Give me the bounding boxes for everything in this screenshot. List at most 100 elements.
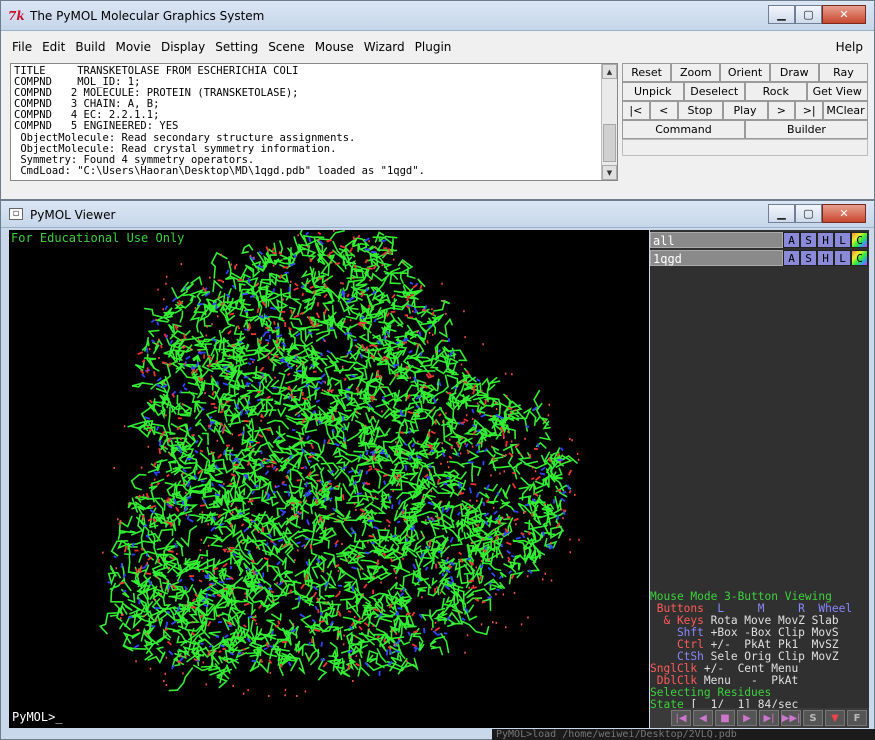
- menu-mouse[interactable]: Mouse: [310, 40, 359, 54]
- help-text: Mouse Mode: [650, 591, 725, 603]
- menu-plugin[interactable]: Plugin: [410, 40, 457, 54]
- command-button-panel: Reset Zoom Orient Draw Ray Unpick Desele…: [622, 63, 869, 156]
- object-row-1qgd: 1qgd A S H L C: [650, 250, 869, 266]
- color-button[interactable]: C: [851, 232, 868, 248]
- label-button[interactable]: L: [834, 250, 851, 266]
- panel-toggle-icon[interactable]: ▼: [825, 710, 845, 726]
- stop-button[interactable]: Stop: [677, 101, 723, 120]
- menu-build[interactable]: Build: [70, 40, 110, 54]
- help-text: & Keys: [650, 615, 711, 627]
- carbon-bonds: [98, 230, 578, 692]
- draw-button[interactable]: Draw: [769, 63, 819, 82]
- console-line: CmdLoad: "C:\Users\Haoran\Desktop\MD\1qg…: [14, 164, 425, 177]
- color-button[interactable]: C: [851, 250, 868, 266]
- command-entry-field[interactable]: [622, 139, 868, 156]
- label-button[interactable]: L: [834, 232, 851, 248]
- pymol-control-window: 7k The PyMOL Molecular Graphics System ▁…: [0, 0, 875, 200]
- get-view-button[interactable]: Get View: [806, 82, 868, 101]
- scroll-down-arrow-icon[interactable]: ▼: [602, 165, 617, 180]
- maximize-icon: ▢: [803, 207, 814, 220]
- minimize-icon: ▁: [777, 207, 786, 220]
- help-text: CtSh: [650, 651, 711, 663]
- maximize-icon: ▢: [803, 8, 814, 21]
- mouse-mode-value[interactable]: 3-Button Viewing: [724, 591, 832, 603]
- window-app-icon: ▫: [9, 208, 23, 220]
- help-text: Rota Move MovZ Slab: [710, 615, 839, 627]
- movie-next-frame-icon[interactable]: ▶|: [759, 710, 779, 726]
- tk-feather-icon: 7k: [8, 9, 25, 23]
- scroll-thumb[interactable]: [603, 124, 616, 162]
- pymol-viewer-window: ▫ PyMOL Viewer ▁ ▢ ✕ For Educational Use…: [0, 200, 875, 740]
- action-button[interactable]: A: [783, 232, 800, 248]
- viewer-close-button[interactable]: ✕: [822, 204, 866, 223]
- viewer-maximize-button[interactable]: ▢: [795, 204, 822, 223]
- movie-first-frame-icon[interactable]: |◀: [671, 710, 691, 726]
- help-text: Shft: [650, 627, 711, 639]
- show-button[interactable]: S: [800, 250, 817, 266]
- help-text: L M R Wheel: [710, 603, 853, 615]
- console-scrollbar[interactable]: ▲ ▼: [601, 64, 617, 180]
- window-title: The PyMOL Molecular Graphics System: [30, 9, 265, 23]
- forward-button[interactable]: >: [767, 101, 796, 120]
- zoom-button[interactable]: Zoom: [671, 63, 721, 82]
- close-button[interactable]: ✕: [822, 5, 866, 24]
- help-text: Ctrl: [650, 639, 711, 651]
- movie-play-icon[interactable]: ▶: [737, 710, 757, 726]
- viewer-minimize-button[interactable]: ▁: [768, 204, 795, 223]
- reset-button[interactable]: Reset: [622, 63, 672, 82]
- fullscreen-button[interactable]: F: [847, 710, 867, 726]
- selecting-mode[interactable]: Selecting Residues: [650, 687, 771, 699]
- mclear-button[interactable]: MClear: [823, 101, 869, 120]
- object-name[interactable]: all: [650, 232, 783, 248]
- action-button[interactable]: A: [783, 250, 800, 266]
- show-button[interactable]: S: [800, 232, 817, 248]
- rewind-button[interactable]: |<: [622, 101, 650, 120]
- menu-wizard[interactable]: Wizard: [359, 40, 410, 54]
- output-console[interactable]: TITLE TRANSKETOLASE FROM ESCHERICHIA COL…: [10, 63, 618, 181]
- scroll-up-arrow-icon[interactable]: ▲: [602, 64, 617, 79]
- builder-button[interactable]: Builder: [745, 120, 868, 139]
- help-text: Sele Orig Clip MovZ: [710, 651, 839, 663]
- hide-button[interactable]: H: [817, 232, 834, 248]
- maximize-button[interactable]: ▢: [795, 5, 822, 24]
- object-name[interactable]: 1qgd: [650, 250, 783, 266]
- background-terminal-text: PyMOL>load /home/weiwei/Desktop/2VLQ.pdb: [492, 729, 875, 740]
- minimize-button[interactable]: ▁: [768, 5, 795, 24]
- educational-notice: For Educational Use Only: [11, 231, 185, 245]
- back-button[interactable]: <: [649, 101, 678, 120]
- unpick-button[interactable]: Unpick: [622, 82, 684, 101]
- hide-button[interactable]: H: [817, 250, 834, 266]
- ray-button[interactable]: Ray: [818, 63, 869, 82]
- menu-display[interactable]: Display: [156, 40, 210, 54]
- menu-bar: File Edit Build Movie Display Setting Sc…: [7, 37, 868, 57]
- movie-prev-frame-icon[interactable]: ◀: [693, 710, 713, 726]
- command-prompt[interactable]: PyMOL>_: [12, 710, 63, 724]
- help-text: +/- Cent Menu: [703, 663, 799, 675]
- viewer-title: PyMOL Viewer: [30, 208, 116, 222]
- viewer-titlebar[interactable]: ▫ PyMOL Viewer ▁ ▢ ✕: [1, 201, 874, 228]
- menu-edit[interactable]: Edit: [37, 40, 70, 54]
- minimize-icon: ▁: [777, 8, 786, 21]
- close-icon: ✕: [839, 207, 849, 220]
- orient-button[interactable]: Orient: [720, 63, 770, 82]
- sequence-toggle-button[interactable]: S: [803, 710, 823, 726]
- menu-file[interactable]: File: [7, 40, 37, 54]
- play-button[interactable]: Play: [722, 101, 768, 120]
- menu-help[interactable]: Help: [831, 40, 868, 54]
- menu-movie[interactable]: Movie: [110, 40, 156, 54]
- mouse-mode-help[interactable]: Mouse Mode 3-Button Viewing Buttons L M …: [650, 591, 869, 711]
- 3d-viewport[interactable]: For Educational Use Only PyMOL>_: [9, 230, 649, 728]
- deselect-button[interactable]: Deselect: [683, 82, 745, 101]
- menu-scene[interactable]: Scene: [263, 40, 310, 54]
- command-button[interactable]: Command: [622, 120, 745, 139]
- end-button[interactable]: >|: [795, 101, 824, 120]
- help-text: +Box -Box Clip MovS: [710, 627, 839, 639]
- movie-stop-icon[interactable]: ■: [715, 710, 735, 726]
- molecule-render[interactable]: [9, 230, 649, 728]
- help-text: Menu - PkAt: [703, 675, 799, 687]
- stick-bonds: [98, 230, 580, 697]
- rock-button[interactable]: Rock: [745, 82, 807, 101]
- control-titlebar[interactable]: 7k The PyMOL Molecular Graphics System ▁…: [1, 1, 874, 31]
- menu-setting[interactable]: Setting: [210, 40, 263, 54]
- movie-last-frame-icon[interactable]: ▶▶|: [781, 710, 801, 726]
